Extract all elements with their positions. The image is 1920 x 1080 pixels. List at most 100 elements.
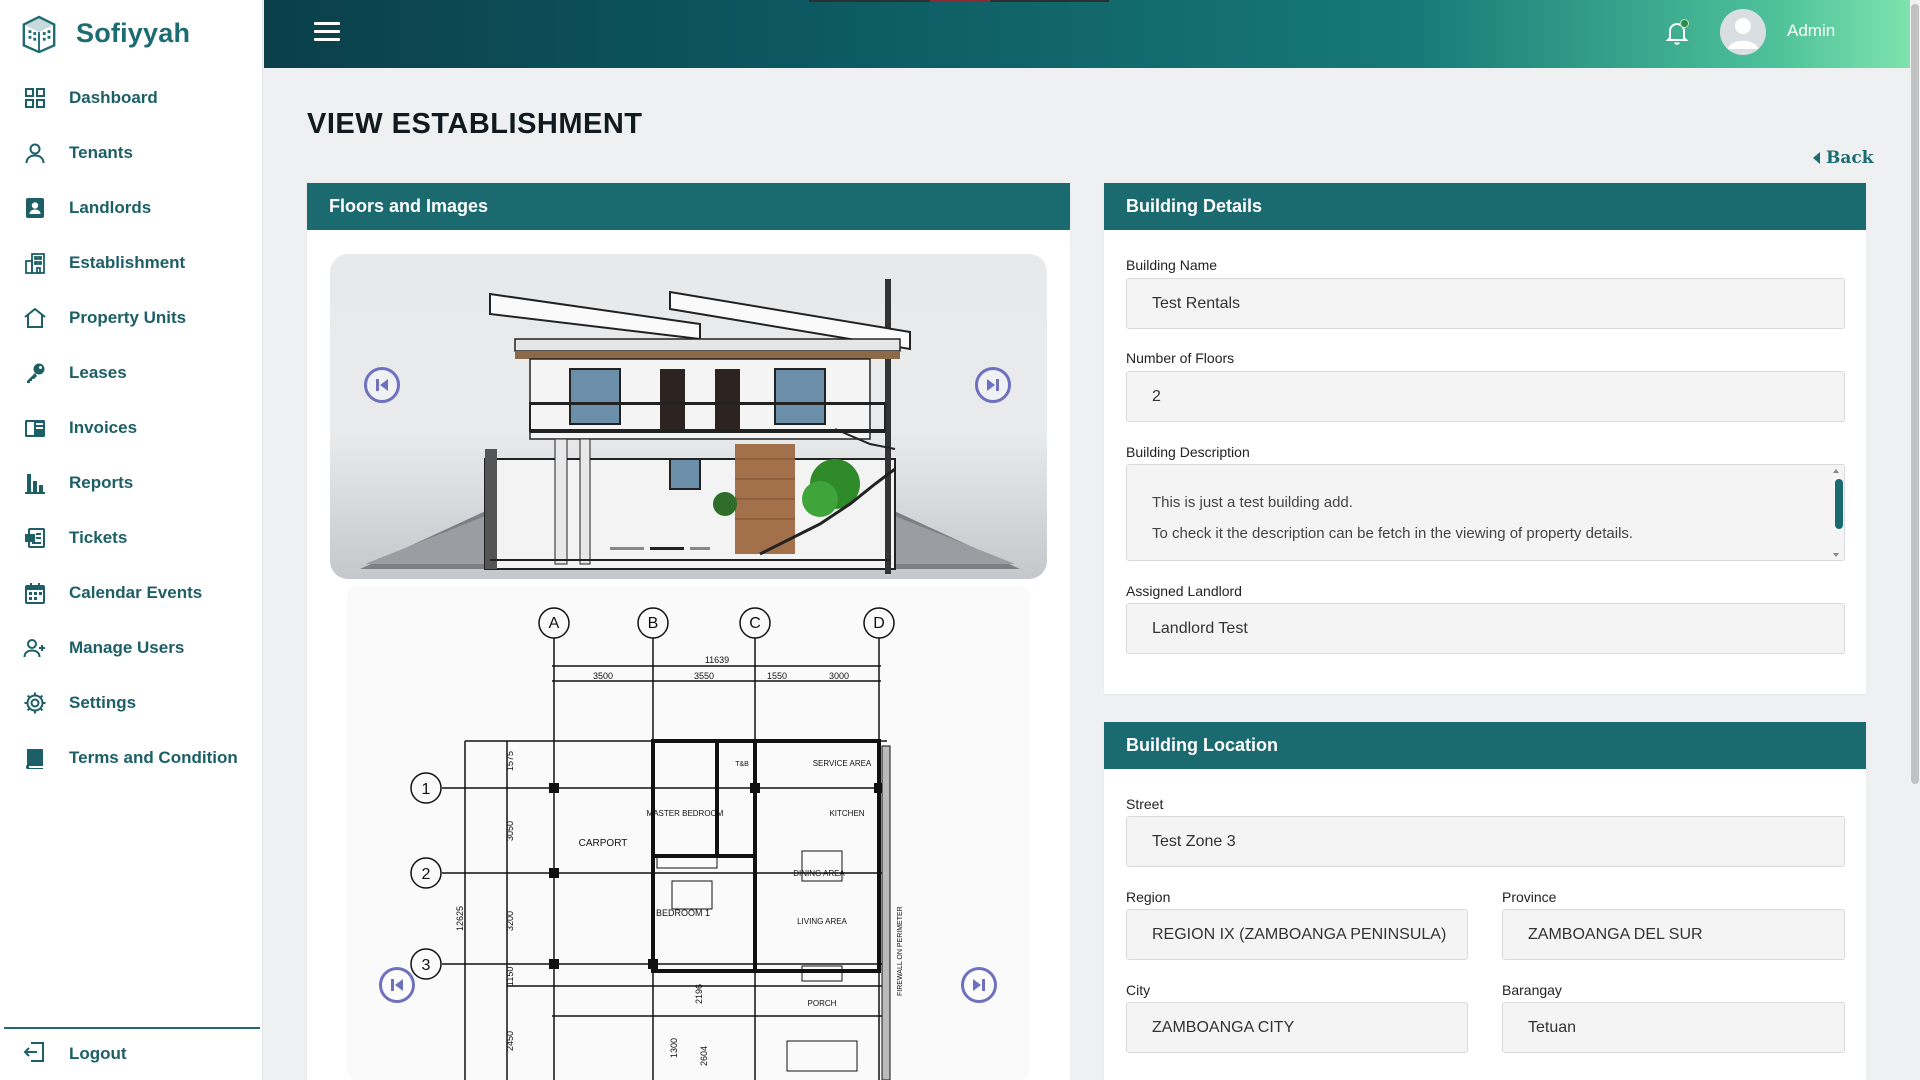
book-icon [23, 746, 47, 770]
ticket-icon [23, 526, 47, 550]
sidebar-item-invoices[interactable]: Invoices [0, 400, 262, 455]
plan-dimension: 1575 [505, 751, 515, 771]
plan-room-label: MASTER BEDROOM [647, 809, 724, 818]
prev-floor-plan-button[interactable] [379, 967, 415, 1003]
plan-room-label: LIVING AREA [797, 917, 847, 926]
city-field[interactable]: ZAMBOANGA CITY [1126, 1002, 1468, 1053]
next-floor-plan-button[interactable] [961, 967, 997, 1003]
sidebar-item-dashboard[interactable]: Dashboard [0, 70, 262, 125]
building-logo-icon [22, 15, 56, 53]
plan-dimension: 2196 [694, 984, 704, 1004]
sidebar-item-reports[interactable]: Reports [0, 455, 262, 510]
building-details-header: Building Details [1104, 183, 1866, 230]
invoice-icon [23, 416, 47, 440]
plan-dimension: 3050 [505, 821, 515, 841]
page-title: VIEW ESTABLISHMENT [307, 108, 643, 140]
plan-room-label: KITCHEN [829, 809, 864, 818]
sidebar-item-landlords[interactable]: Landlords [0, 180, 262, 235]
number-of-floors-field[interactable]: 2 [1126, 371, 1845, 422]
sidebar-item-tickets[interactable]: Tickets [0, 510, 262, 565]
dashboard-grid-icon [23, 86, 47, 110]
plan-room-label: T&B [735, 761, 749, 768]
building-details-card: Building Details Building Name Test Rent… [1104, 183, 1866, 694]
topbar-strip-accent [930, 0, 990, 2]
avatar[interactable] [1720, 9, 1766, 55]
plan-dimension: 3000 [829, 671, 849, 681]
sidebar-item-tenants[interactable]: Tenants [0, 125, 262, 180]
user-name[interactable]: Admin [1787, 21, 1835, 41]
barangay-field[interactable]: Tetuan [1502, 1002, 1845, 1053]
sidebar-item-label: Reports [69, 472, 134, 492]
floors-card: Floors and Images A B C D 1 2 3 11639 35… [307, 183, 1070, 1080]
carousel-indicator-active[interactable] [650, 547, 684, 550]
city-label: City [1126, 982, 1151, 998]
sidebar-item-manage-users[interactable]: Manage Users [0, 620, 262, 675]
plan-grid-label: 3 [422, 957, 431, 974]
logout-button[interactable]: Logout [0, 1040, 263, 1068]
notification-dot [1680, 19, 1689, 28]
bar-chart-icon [23, 471, 47, 495]
brand[interactable]: Sofiyyah [0, 0, 262, 67]
street-field[interactable]: Test Zone 3 [1126, 816, 1845, 867]
skip-previous-icon [376, 379, 388, 391]
gear-icon [23, 691, 47, 715]
textarea-scrollbar-thumb[interactable] [1835, 479, 1843, 529]
plan-dimension: 1300 [669, 1038, 679, 1058]
plan-dimension: 1550 [767, 671, 787, 681]
sidebar-item-label: Invoices [69, 417, 138, 437]
next-image-button[interactable] [975, 367, 1011, 403]
sidebar-item-settings[interactable]: Settings [0, 675, 262, 730]
sidebar-divider [4, 1027, 260, 1029]
back-link[interactable]: Back [1813, 148, 1874, 168]
carousel-indicator[interactable] [690, 547, 710, 550]
skip-previous-icon [391, 979, 403, 991]
building-description-field[interactable]: This is just a test building add. To che… [1126, 464, 1845, 561]
sidebar-item-label: Tickets [69, 527, 128, 547]
menu-toggle-icon[interactable] [314, 22, 340, 44]
id-badge-icon [23, 196, 47, 220]
plan-room-label: PORCH [808, 999, 837, 1008]
building-description-label: Building Description [1126, 444, 1250, 460]
description-line: To check it the description can be fetch… [1152, 525, 1634, 542]
prev-image-button[interactable] [364, 367, 400, 403]
building-name-field[interactable]: Test Rentals [1126, 278, 1845, 329]
plan-firewall-note: FIREWALL ON PERIMETER [897, 906, 904, 996]
sidebar-item-terms[interactable]: Terms and Condition [0, 730, 262, 785]
plan-dimension: 3500 [593, 671, 613, 681]
plan-room-label: CARPORT [579, 838, 628, 849]
sidebar-item-leases[interactable]: Leases [0, 345, 262, 400]
sidebar-item-label: Terms and Condition [69, 747, 238, 767]
plan-room-label: SERVICE AREA [813, 759, 872, 768]
assigned-landlord-field[interactable]: Landlord Test [1126, 603, 1845, 654]
plan-dimension: 12625 [455, 906, 465, 931]
brand-name: Sofiyyah [76, 18, 191, 48]
description-line: This is just a test building add. [1152, 494, 1353, 511]
sidebar-item-label: Settings [69, 692, 137, 712]
building-icon [23, 251, 47, 275]
sidebar-item-label: Dashboard [69, 87, 158, 107]
plan-grid-label: C [749, 615, 761, 632]
plan-dimension: 3550 [694, 671, 714, 681]
sidebar-item-label: Landlords [69, 197, 152, 217]
sidebar-item-calendar-events[interactable]: Calendar Events [0, 565, 262, 620]
region-field[interactable]: REGION IX (ZAMBOANGA PENINSULA) [1126, 909, 1468, 960]
sidebar-item-label: Leases [69, 362, 127, 382]
province-field[interactable]: ZAMBOANGA DEL SUR [1502, 909, 1845, 960]
number-of-floors-label: Number of Floors [1126, 350, 1235, 366]
back-label: Back [1826, 148, 1874, 168]
floors-card-header: Floors and Images [307, 183, 1070, 230]
caret-left-icon [1813, 152, 1820, 164]
sidebar-item-establishment[interactable]: Establishment [0, 235, 262, 290]
plan-grid-label: A [549, 615, 560, 632]
sidebar-item-property-units[interactable]: Property Units [0, 290, 262, 345]
carousel-indicator[interactable] [610, 547, 644, 550]
skip-next-icon [987, 379, 999, 391]
key-icon [23, 361, 47, 385]
calendar-icon [23, 581, 47, 605]
page-scrollbar-thumb[interactable] [1911, 4, 1919, 784]
plan-dimension: 3200 [505, 911, 515, 931]
sidebar-item-label: Property Units [69, 307, 187, 327]
assigned-landlord-label: Assigned Landlord [1126, 583, 1242, 599]
floor-plan-drawing: A B C D 1 2 3 11639 3500 3550 1550 3000 … [410, 607, 904, 1080]
building-location-card: Building Location Street Test Zone 3 Reg… [1104, 722, 1866, 1080]
